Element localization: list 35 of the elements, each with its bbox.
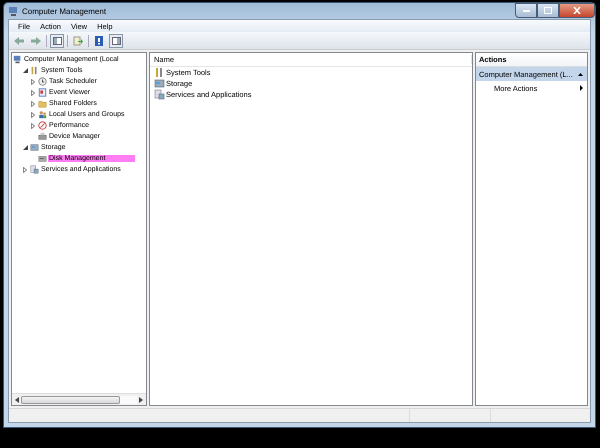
log-icon <box>38 88 47 97</box>
maximize-icon <box>544 7 552 14</box>
folder-icon <box>38 99 47 108</box>
collapsed-arrow-icon[interactable] <box>31 90 35 96</box>
services-icon <box>154 89 165 100</box>
clock-icon <box>38 77 47 86</box>
close-button[interactable] <box>559 3 595 18</box>
computer-icon <box>13 55 22 64</box>
collapsed-arrow-icon[interactable] <box>31 112 35 118</box>
submenu-arrow-icon[interactable] <box>580 85 583 91</box>
collapsed-arrow-icon[interactable] <box>31 78 35 84</box>
collapse-up-icon[interactable] <box>578 72 583 76</box>
console-tree-button[interactable] <box>50 34 64 48</box>
expanded-arrow-icon[interactable] <box>22 68 28 73</box>
close-icon <box>573 7 581 14</box>
scroll-left-icon[interactable] <box>15 396 19 402</box>
window-title: Computer Management <box>22 6 106 16</box>
maximize-button[interactable] <box>537 3 559 18</box>
help-button[interactable] <box>92 34 106 48</box>
minimize-button[interactable] <box>515 3 537 18</box>
computer-icon <box>8 6 19 16</box>
storage-icon <box>30 143 39 152</box>
services-icon <box>30 165 39 174</box>
action-pane-button[interactable] <box>109 34 123 48</box>
expanded-arrow-icon[interactable] <box>22 145 28 150</box>
collapsed-arrow-icon[interactable] <box>31 100 35 106</box>
scroll-right-icon[interactable] <box>139 396 143 402</box>
export-list-button[interactable] <box>71 34 85 48</box>
horizontal-scrollbar[interactable] <box>12 393 146 405</box>
device-icon <box>38 132 47 141</box>
storage-icon <box>154 78 165 89</box>
users-icon <box>38 110 47 119</box>
collapsed-arrow-icon[interactable] <box>31 122 35 128</box>
minimize-icon <box>522 10 530 12</box>
collapsed-arrow-icon[interactable] <box>23 166 27 172</box>
